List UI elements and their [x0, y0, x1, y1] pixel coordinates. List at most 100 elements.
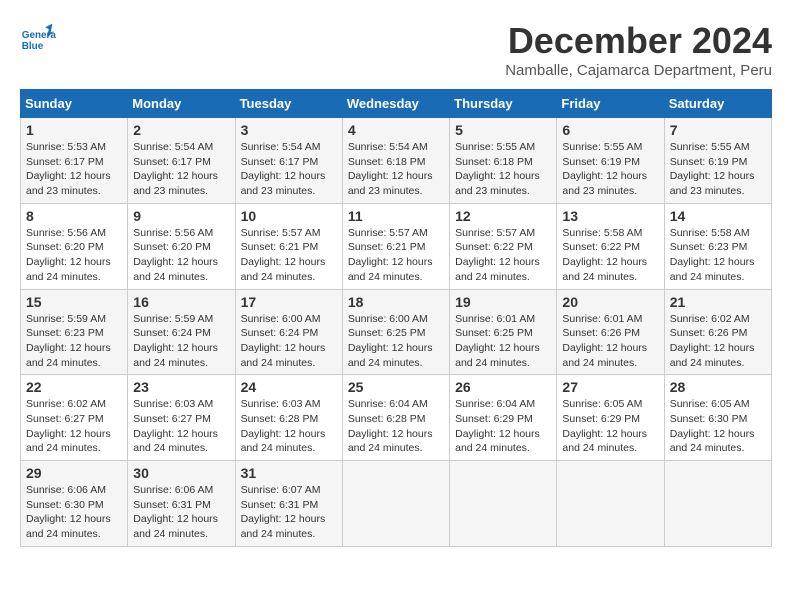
day-info: Sunrise: 6:00 AMSunset: 6:25 PMDaylight:… — [348, 312, 444, 371]
day-number: 13 — [562, 208, 658, 224]
weekday-header-friday: Friday — [557, 90, 664, 118]
day-info: Sunrise: 5:54 AMSunset: 6:17 PMDaylight:… — [241, 140, 337, 199]
svg-text:General: General — [22, 30, 56, 41]
day-number: 26 — [455, 379, 551, 395]
calendar-cell: 15 Sunrise: 5:59 AMSunset: 6:23 PMDayligh… — [21, 289, 128, 375]
calendar-cell: 2 Sunrise: 5:54 AMSunset: 6:17 PMDaylight… — [128, 118, 235, 204]
day-number: 25 — [348, 379, 444, 395]
svg-text:Blue: Blue — [22, 41, 44, 52]
day-info: Sunrise: 5:54 AMSunset: 6:17 PMDaylight:… — [133, 140, 229, 199]
weekday-header-row: SundayMondayTuesdayWednesdayThursdayFrid… — [21, 90, 772, 118]
day-info: Sunrise: 5:58 AMSunset: 6:23 PMDaylight:… — [670, 226, 766, 285]
calendar-cell: 30 Sunrise: 6:06 AMSunset: 6:31 PMDayligh… — [128, 461, 235, 547]
day-number: 16 — [133, 294, 229, 310]
calendar-cell: 12 Sunrise: 5:57 AMSunset: 6:22 PMDayligh… — [450, 203, 557, 289]
calendar-cell: 1 Sunrise: 5:53 AMSunset: 6:17 PMDaylight… — [21, 118, 128, 204]
day-info: Sunrise: 5:56 AMSunset: 6:20 PMDaylight:… — [26, 226, 122, 285]
day-info: Sunrise: 6:02 AMSunset: 6:26 PMDaylight:… — [670, 312, 766, 371]
logo: General Blue — [20, 20, 56, 56]
day-info: Sunrise: 5:59 AMSunset: 6:23 PMDaylight:… — [26, 312, 122, 371]
logo-icon: General Blue — [20, 20, 56, 56]
day-number: 2 — [133, 122, 229, 138]
day-info: Sunrise: 6:05 AMSunset: 6:29 PMDaylight:… — [562, 397, 658, 456]
calendar-cell: 22Sunrise: 6:02 AMSunset: 6:27 PMDayligh… — [21, 375, 128, 461]
day-number: 11 — [348, 208, 444, 224]
day-info: Sunrise: 5:55 AMSunset: 6:19 PMDaylight:… — [562, 140, 658, 199]
page-header: General Blue December 2024 Namballe, Caj… — [20, 20, 772, 79]
day-info: Sunrise: 6:01 AMSunset: 6:26 PMDaylight:… — [562, 312, 658, 371]
day-info: Sunrise: 5:57 AMSunset: 6:21 PMDaylight:… — [348, 226, 444, 285]
day-info: Sunrise: 6:02 AMSunset: 6:27 PMDaylight:… — [26, 397, 122, 456]
day-info: Sunrise: 5:55 AMSunset: 6:19 PMDaylight:… — [670, 140, 766, 199]
day-number: 17 — [241, 294, 337, 310]
day-number: 5 — [455, 122, 551, 138]
day-info: Sunrise: 6:00 AMSunset: 6:24 PMDaylight:… — [241, 312, 337, 371]
day-number: 6 — [562, 122, 658, 138]
calendar-cell: 3 Sunrise: 5:54 AMSunset: 6:17 PMDaylight… — [235, 118, 342, 204]
calendar-cell — [557, 461, 664, 547]
calendar-cell: 4 Sunrise: 5:54 AMSunset: 6:18 PMDaylight… — [342, 118, 449, 204]
day-info: Sunrise: 5:57 AMSunset: 6:22 PMDaylight:… — [455, 226, 551, 285]
day-info: Sunrise: 6:07 AMSunset: 6:31 PMDaylight:… — [241, 483, 337, 542]
calendar-cell: 10 Sunrise: 5:57 AMSunset: 6:21 PMDayligh… — [235, 203, 342, 289]
day-number: 27 — [562, 379, 658, 395]
calendar-cell — [450, 461, 557, 547]
calendar-cell: 24 Sunrise: 6:03 AMSunset: 6:28 PMDayligh… — [235, 375, 342, 461]
calendar-cell: 8 Sunrise: 5:56 AMSunset: 6:20 PMDaylight… — [21, 203, 128, 289]
calendar-week-4: 22Sunrise: 6:02 AMSunset: 6:27 PMDayligh… — [21, 375, 772, 461]
calendar-cell: 9 Sunrise: 5:56 AMSunset: 6:20 PMDaylight… — [128, 203, 235, 289]
day-number: 24 — [241, 379, 337, 395]
day-info: Sunrise: 6:04 AMSunset: 6:28 PMDaylight:… — [348, 397, 444, 456]
day-number: 30 — [133, 465, 229, 481]
weekday-header-monday: Monday — [128, 90, 235, 118]
day-number: 18 — [348, 294, 444, 310]
day-number: 9 — [133, 208, 229, 224]
day-info: Sunrise: 6:03 AMSunset: 6:27 PMDaylight:… — [133, 397, 229, 456]
day-number: 3 — [241, 122, 337, 138]
day-info: Sunrise: 5:53 AMSunset: 6:17 PMDaylight:… — [26, 140, 122, 199]
calendar-table: SundayMondayTuesdayWednesdayThursdayFrid… — [20, 89, 772, 547]
day-info: Sunrise: 6:05 AMSunset: 6:30 PMDaylight:… — [670, 397, 766, 456]
day-info: Sunrise: 5:58 AMSunset: 6:22 PMDaylight:… — [562, 226, 658, 285]
day-number: 12 — [455, 208, 551, 224]
day-info: Sunrise: 5:54 AMSunset: 6:18 PMDaylight:… — [348, 140, 444, 199]
title-section: December 2024 Namballe, Cajamarca Depart… — [505, 20, 772, 79]
calendar-cell: 17 Sunrise: 6:00 AMSunset: 6:24 PMDayligh… — [235, 289, 342, 375]
calendar-cell: 25 Sunrise: 6:04 AMSunset: 6:28 PMDayligh… — [342, 375, 449, 461]
calendar-cell: 29Sunrise: 6:06 AMSunset: 6:30 PMDayligh… — [21, 461, 128, 547]
day-info: Sunrise: 5:56 AMSunset: 6:20 PMDaylight:… — [133, 226, 229, 285]
day-number: 1 — [26, 122, 122, 138]
calendar-cell: 21 Sunrise: 6:02 AMSunset: 6:26 PMDayligh… — [664, 289, 771, 375]
calendar-cell: 6 Sunrise: 5:55 AMSunset: 6:19 PMDaylight… — [557, 118, 664, 204]
calendar-cell: 23 Sunrise: 6:03 AMSunset: 6:27 PMDayligh… — [128, 375, 235, 461]
day-info: Sunrise: 5:59 AMSunset: 6:24 PMDaylight:… — [133, 312, 229, 371]
calendar-cell: 16 Sunrise: 5:59 AMSunset: 6:24 PMDayligh… — [128, 289, 235, 375]
day-number: 14 — [670, 208, 766, 224]
weekday-header-wednesday: Wednesday — [342, 90, 449, 118]
day-number: 21 — [670, 294, 766, 310]
day-number: 4 — [348, 122, 444, 138]
day-info: Sunrise: 6:01 AMSunset: 6:25 PMDaylight:… — [455, 312, 551, 371]
day-number: 8 — [26, 208, 122, 224]
day-number: 20 — [562, 294, 658, 310]
month-year-title: December 2024 — [505, 20, 772, 62]
calendar-cell: 31 Sunrise: 6:07 AMSunset: 6:31 PMDayligh… — [235, 461, 342, 547]
calendar-cell: 20 Sunrise: 6:01 AMSunset: 6:26 PMDayligh… — [557, 289, 664, 375]
weekday-header-tuesday: Tuesday — [235, 90, 342, 118]
day-number: 31 — [241, 465, 337, 481]
calendar-week-5: 29Sunrise: 6:06 AMSunset: 6:30 PMDayligh… — [21, 461, 772, 547]
day-number: 23 — [133, 379, 229, 395]
day-number: 19 — [455, 294, 551, 310]
calendar-cell: 13 Sunrise: 5:58 AMSunset: 6:22 PMDayligh… — [557, 203, 664, 289]
calendar-cell: 26Sunrise: 6:04 AMSunset: 6:29 PMDayligh… — [450, 375, 557, 461]
day-number: 15 — [26, 294, 122, 310]
day-info: Sunrise: 6:03 AMSunset: 6:28 PMDaylight:… — [241, 397, 337, 456]
calendar-cell — [664, 461, 771, 547]
day-number: 10 — [241, 208, 337, 224]
weekday-header-sunday: Sunday — [21, 90, 128, 118]
day-info: Sunrise: 5:57 AMSunset: 6:21 PMDaylight:… — [241, 226, 337, 285]
calendar-cell: 7Sunrise: 5:55 AMSunset: 6:19 PMDaylight… — [664, 118, 771, 204]
day-number: 29 — [26, 465, 122, 481]
day-info: Sunrise: 6:06 AMSunset: 6:31 PMDaylight:… — [133, 483, 229, 542]
day-number: 28 — [670, 379, 766, 395]
